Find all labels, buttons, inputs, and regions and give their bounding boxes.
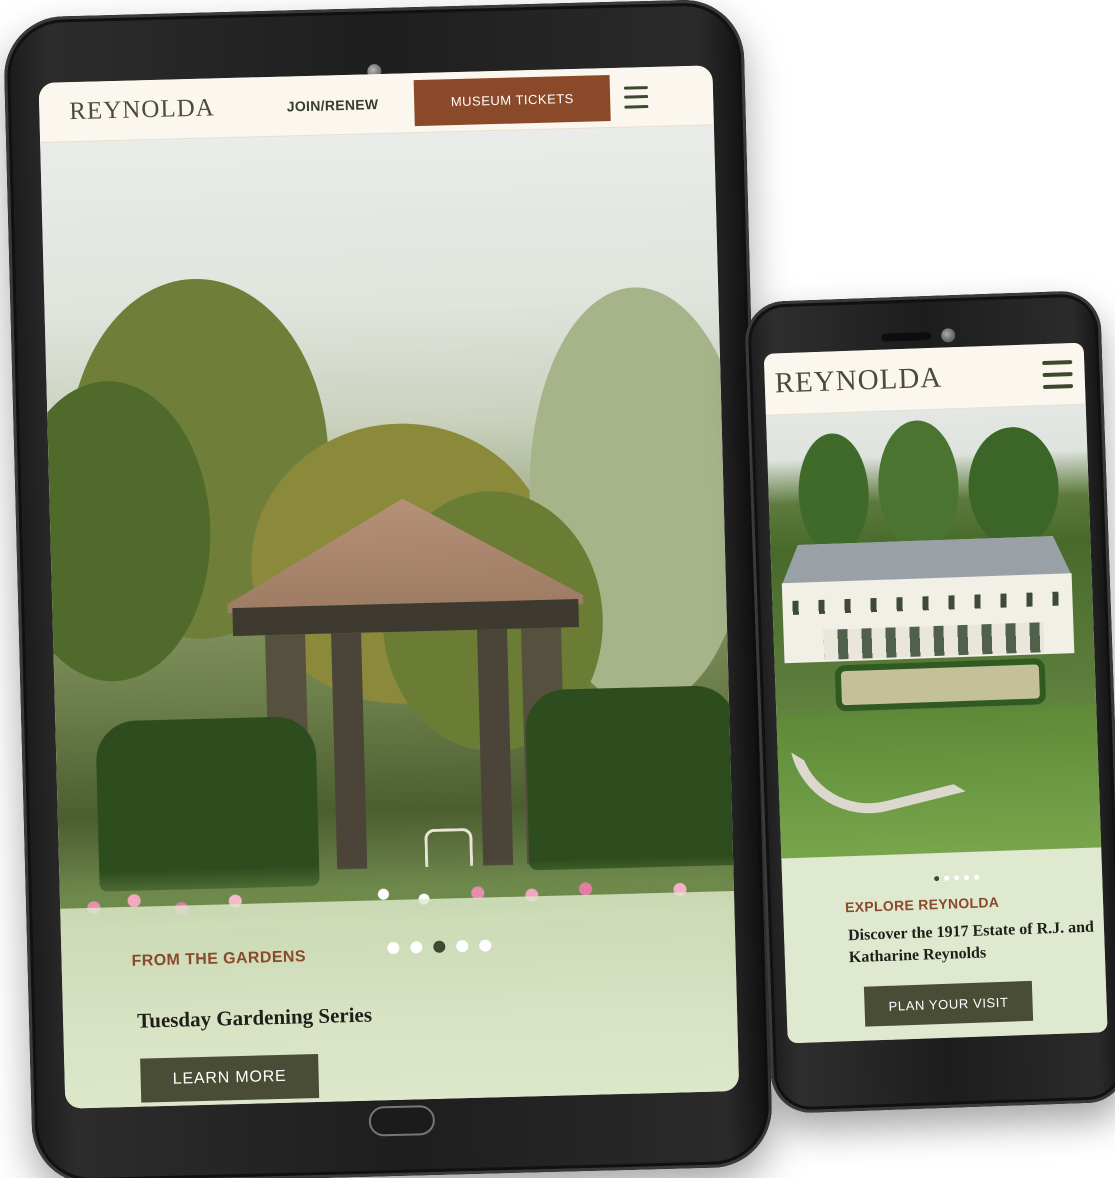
tablet-home-button[interactable]	[368, 1104, 436, 1137]
slide-dot-3[interactable]	[954, 875, 960, 881]
hamburger-line	[1042, 383, 1074, 389]
phone-device: REYNOLDA EXPLORE REYNOLDA Discover the 1…	[743, 290, 1115, 1114]
hamburger-line	[1042, 371, 1073, 377]
slide-dot-4[interactable]	[964, 874, 970, 881]
tree-shape	[876, 419, 961, 552]
site-header: REYNOLDA	[763, 342, 1086, 416]
device-mockup-stage: REYNOLDA JOIN/RENEW MUSEUM TICKETS FROM …	[0, 0, 1115, 1178]
hamburger-icon[interactable]	[624, 85, 649, 109]
slide-dot-2[interactable]	[410, 941, 423, 954]
hero-image-estate	[765, 404, 1102, 866]
join-renew-link[interactable]: JOIN/RENEW	[287, 96, 379, 114]
hedge	[524, 684, 740, 871]
learn-more-button[interactable]: LEARN MORE	[140, 1053, 320, 1103]
hamburger-line	[624, 95, 649, 99]
slide-dot-2[interactable]	[944, 875, 950, 881]
slide-dot-1-active[interactable]	[934, 875, 940, 882]
plan-your-visit-button[interactable]: PLAN YOUR VISIT	[863, 980, 1034, 1027]
slide-dot-4[interactable]	[456, 940, 469, 953]
tree-shape	[966, 425, 1061, 549]
slide-dot-5[interactable]	[479, 939, 492, 952]
hamburger-line	[624, 85, 649, 90]
site-logo[interactable]: REYNOLDA	[774, 362, 943, 401]
slide-dot-3-active[interactable]	[433, 940, 446, 953]
slide-title: Discover the 1917 Estate of R.J. and Kat…	[847, 918, 1095, 967]
tablet-screen: REYNOLDA JOIN/RENEW MUSEUM TICKETS FROM …	[38, 65, 740, 1109]
tree-shape	[796, 432, 871, 555]
hamburger-line	[624, 104, 649, 109]
phone-screen: REYNOLDA EXPLORE REYNOLDA Discover the 1…	[763, 342, 1108, 1044]
museum-tickets-button[interactable]: MUSEUM TICKETS	[413, 74, 611, 126]
tablet-device: REYNOLDA JOIN/RENEW MUSEUM TICKETS FROM …	[2, 0, 774, 1178]
hamburger-line	[1042, 359, 1073, 365]
site-logo[interactable]: REYNOLDA	[69, 94, 215, 126]
hedge	[95, 715, 320, 892]
slide-dot-1[interactable]	[387, 941, 400, 955]
gazebo-pillar	[331, 632, 368, 870]
gazebo-pillar	[477, 628, 514, 866]
hamburger-icon[interactable]	[1042, 359, 1074, 389]
slide-dot-5[interactable]	[974, 874, 980, 880]
formal-garden	[834, 658, 1047, 712]
